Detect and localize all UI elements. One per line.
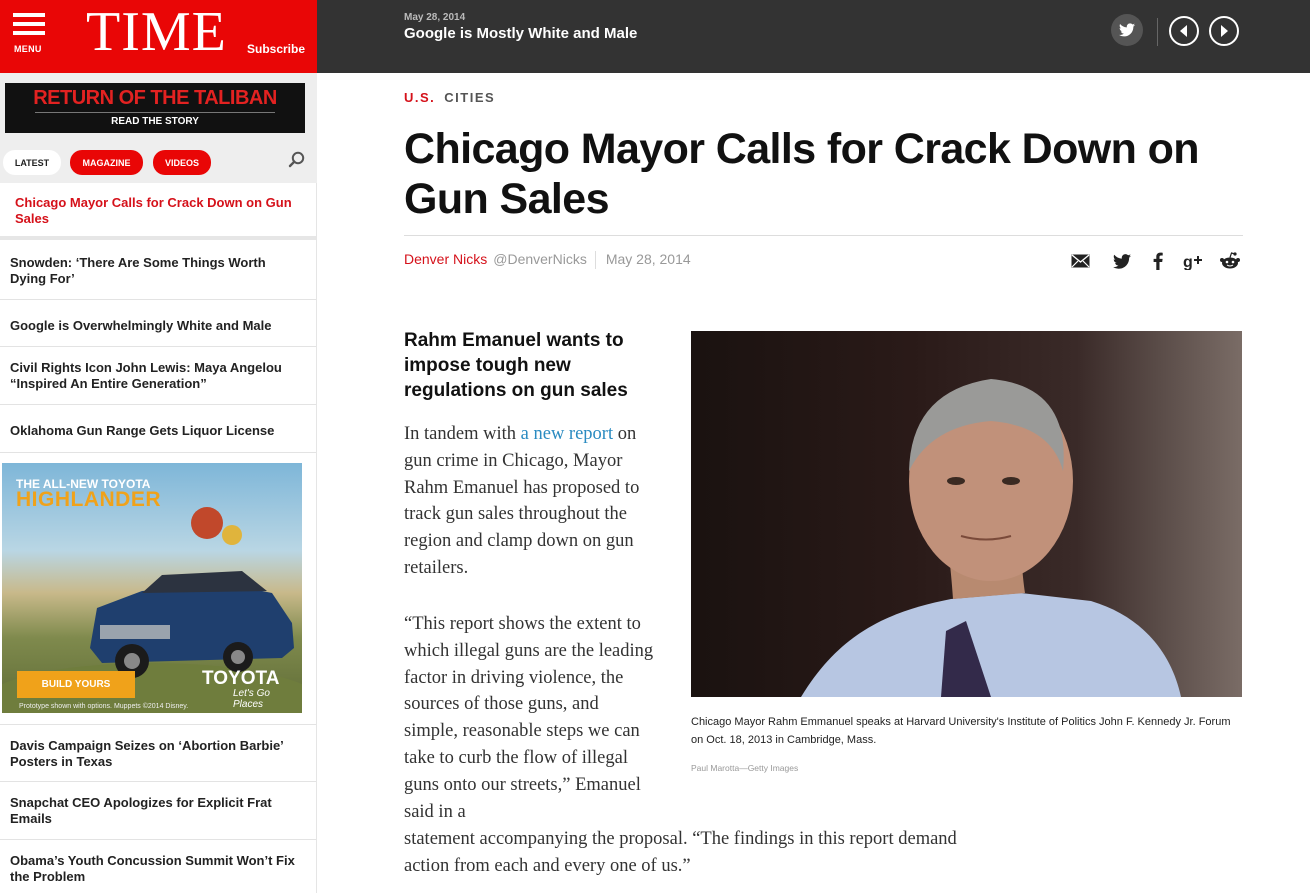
toyota-logo: TOYOTA — [202, 668, 280, 689]
sidebar-item[interactable]: Oklahoma Gun Range Gets Liquor License — [0, 405, 316, 453]
article-photo — [691, 331, 1242, 697]
next-story-date: May 28, 2014 — [404, 12, 466, 23]
facebook-icon[interactable] — [1147, 251, 1169, 271]
menu-icon[interactable] — [13, 13, 45, 40]
sidebar-item-label: Obama’s Youth Concussion Summit Won’t Fi… — [10, 853, 295, 884]
svg-text:g: g — [1183, 254, 1193, 270]
byline-divider — [404, 235, 1243, 236]
menu-label[interactable]: MENU — [14, 44, 42, 54]
google-plus-icon[interactable]: g — [1182, 251, 1204, 271]
twitter-share-icon[interactable] — [1111, 251, 1133, 271]
sidebar-item-label: Civil Rights Icon John Lewis: Maya Angel… — [10, 360, 282, 391]
next-story-title[interactable]: Google is Mostly White and Male — [404, 25, 637, 42]
sidebar-item-label: Davis Campaign Seizes on ‘Abortion Barbi… — [10, 738, 284, 769]
time-brand-header: MENU TIME Subscribe — [0, 0, 317, 73]
article-dek: Rahm Emanuel wants to impose tough new r… — [404, 330, 628, 401]
article-paragraph: In tandem with a new report on gun crime… — [404, 424, 640, 578]
sidebar-item[interactable]: Google is Overwhelmingly White and Male — [0, 300, 316, 347]
new-report-link[interactable]: a new report — [521, 424, 613, 444]
topbar-divider — [1157, 18, 1158, 46]
photo-caption: Chicago Mayor Rahm Emmanuel speaks at Ha… — [691, 716, 1231, 746]
promo-banner[interactable]: RETURN OF THE TALIBAN READ THE STORY — [5, 83, 305, 133]
sidebar-item[interactable]: Obama’s Youth Concussion Summit Won’t Fi… — [0, 840, 316, 893]
reddit-icon[interactable] — [1219, 251, 1241, 271]
byline: Denver Nicks @DenverNicks May 28, 2014 — [404, 251, 691, 270]
article-headline: Chicago Mayor Calls for Crack Down on Gu… — [404, 125, 1200, 223]
search-icon[interactable] — [288, 151, 308, 171]
ad-fine-print: Prototype shown with options. Muppets ©2… — [19, 703, 189, 710]
section-link[interactable]: U.S. — [404, 90, 435, 105]
sidebar-item[interactable]: Davis Campaign Seizes on ‘Abortion Barbi… — [0, 724, 316, 782]
tab-videos[interactable]: VIDEOS — [153, 150, 211, 175]
portrait-illustration — [801, 379, 1181, 697]
ad-headline-2: HIGHLANDER — [16, 488, 161, 511]
subscribe-link[interactable]: Subscribe — [247, 42, 305, 56]
publish-date: May 28, 2014 — [605, 251, 691, 267]
promo-cta: READ THE STORY — [111, 116, 199, 127]
sidebar-item[interactable]: Snapchat CEO Apologizes for Explicit Fra… — [0, 782, 316, 840]
sidebar-item-current[interactable]: Chicago Mayor Calls for Crack Down on Gu… — [0, 187, 316, 240]
top-bar: May 28, 2014 Google is Mostly White and … — [317, 0, 1310, 73]
subsection-link[interactable]: CITIES — [444, 90, 495, 105]
sidebar-item-label: Oklahoma Gun Range Gets Liquor License — [10, 423, 275, 438]
toyota-ad[interactable]: THE ALL-NEW TOYOTA HIGHLANDER BUILD YOUR… — [2, 463, 302, 713]
next-arrow-icon[interactable] — [1209, 16, 1239, 46]
prev-arrow-icon[interactable] — [1169, 16, 1199, 46]
author-twitter-handle[interactable]: @DenverNicks — [493, 251, 587, 267]
photo-credit: Paul Marotta—Getty Images — [691, 763, 799, 773]
sidebar-item-label: Snapchat CEO Apologizes for Explicit Fra… — [10, 795, 272, 826]
sidebar: RETURN OF THE TALIBAN READ THE STORY LAT… — [0, 73, 317, 893]
sidebar-item-label: Chicago Mayor Calls for Crack Down on Gu… — [15, 195, 292, 226]
article-paragraph: “This report shows the extent to which i… — [404, 614, 654, 822]
twitter-icon[interactable] — [1111, 14, 1143, 46]
tab-latest[interactable]: LATEST — [3, 150, 61, 175]
sidebar-item[interactable]: Snowden: ‘There Are Some Things Worth Dy… — [0, 240, 316, 300]
section-breadcrumb: U.S. CITIES — [404, 90, 495, 105]
email-icon[interactable] — [1069, 251, 1091, 271]
author-link[interactable]: Denver Nicks — [404, 251, 487, 267]
time-logo[interactable]: TIME — [86, 1, 227, 63]
ad-slogan: Let's Go Places — [233, 688, 270, 710]
sidebar-item-label: Snowden: ‘There Are Some Things Worth Dy… — [10, 255, 266, 286]
sidebar-item-label: Google is Overwhelmingly White and Male — [10, 318, 272, 333]
sidebar-item[interactable]: Civil Rights Icon John Lewis: Maya Angel… — [0, 347, 316, 405]
promo-title: RETURN OF THE TALIBAN — [33, 87, 277, 109]
article-paragraph: statement accompanying the proposal. “Th… — [404, 829, 957, 876]
build-yours-button[interactable]: BUILD YOURS — [17, 671, 135, 698]
tab-magazine[interactable]: MAGAZINE — [70, 150, 143, 175]
